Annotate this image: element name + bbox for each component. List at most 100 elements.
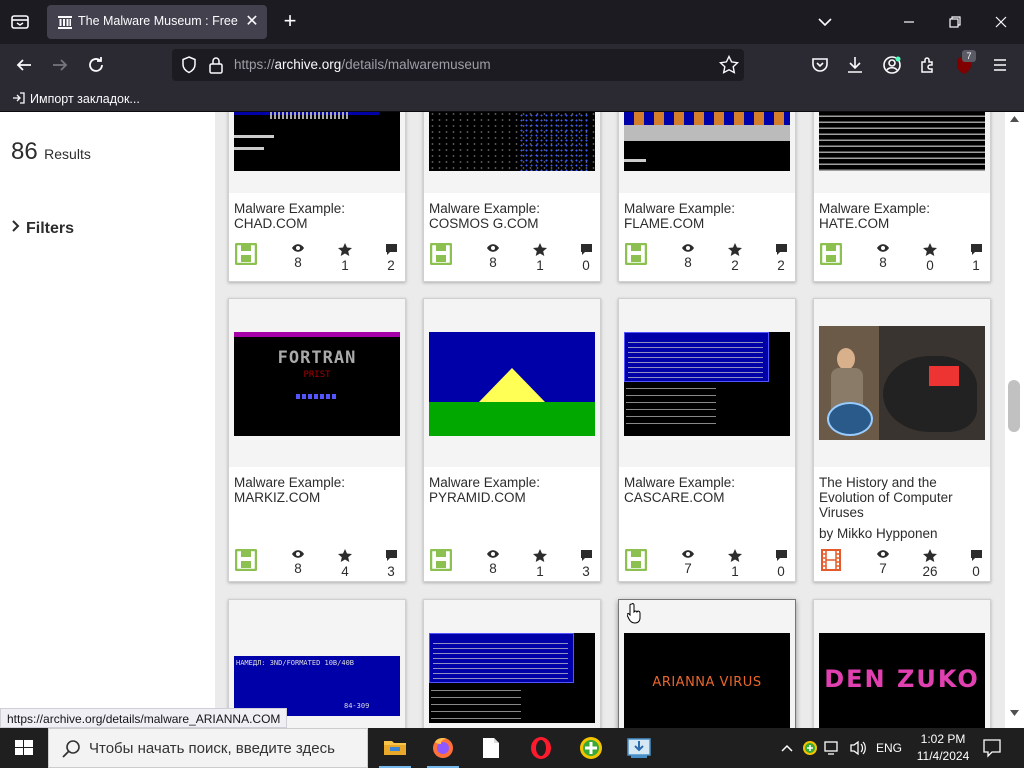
- import-bookmarks-link[interactable]: Импорт закладок...: [12, 91, 140, 106]
- card-title[interactable]: Malware Example: COSMOS G.COM: [429, 201, 599, 231]
- tab-close-icon[interactable]: ✕: [243, 13, 261, 31]
- thumb-area: [619, 112, 795, 193]
- network-icon[interactable]: [822, 728, 840, 768]
- scroll-thumb[interactable]: [1008, 380, 1020, 432]
- volume-icon[interactable]: [848, 728, 868, 768]
- pocket-icon[interactable]: [808, 53, 832, 77]
- taskbar-clock[interactable]: 1:02 PM 11/4/2024: [910, 731, 976, 765]
- filters-label: Filters: [26, 220, 75, 237]
- card-title[interactable]: Malware Example: CASCARE.COM: [624, 475, 794, 505]
- thumb-area: [814, 299, 990, 467]
- thumb-area: [619, 299, 795, 467]
- tray-chevron-up-icon[interactable]: [778, 728, 796, 768]
- notepad-document-icon[interactable]: [467, 728, 515, 768]
- tab-overflow-chevron-icon[interactable]: [813, 10, 837, 34]
- url-text[interactable]: https://archive.org/details/malwaremuseu…: [234, 57, 491, 72]
- close-window-icon[interactable]: [989, 10, 1013, 34]
- floppy-disk-icon: [235, 243, 257, 265]
- thumb-dialog-text: [628, 338, 763, 378]
- star-icon: [533, 549, 547, 562]
- scroll-down-arrow-icon[interactable]: [1010, 710, 1019, 716]
- notifications-icon[interactable]: [980, 728, 1004, 768]
- url-bar[interactable]: https://archive.org/details/malwaremuseu…: [172, 49, 744, 81]
- card-title[interactable]: Malware Example: FLAME.COM: [624, 201, 794, 231]
- minimize-icon[interactable]: [897, 10, 921, 34]
- floppy-disk-icon: [820, 243, 842, 265]
- result-card-flame[interactable]: Malware Example: FLAME.COM 8 2 2: [618, 112, 796, 282]
- downloads-icon[interactable]: [843, 53, 867, 77]
- language-indicator[interactable]: ENG: [876, 741, 902, 768]
- result-card-cascare[interactable]: Malware Example: CASCARE.COM 7 1 0: [618, 298, 796, 582]
- thumb-footer-text: 84-309: [344, 702, 370, 710]
- card-stats: 8 0 1: [814, 243, 990, 275]
- star-icon: [533, 243, 547, 256]
- file-explorer-icon[interactable]: [371, 728, 419, 768]
- result-card-denzuko[interactable]: DEN ZUKO: [813, 599, 991, 728]
- green-plus-app-icon[interactable]: [567, 728, 615, 768]
- result-card-pyramid[interactable]: Malware Example: PYRAMID.COM 8 1 3: [423, 298, 601, 582]
- firefox-icon[interactable]: [419, 728, 467, 768]
- scroll-up-arrow-icon[interactable]: [1010, 116, 1019, 122]
- thumb-line: [234, 135, 274, 138]
- result-card-markiz[interactable]: FORTRAN PRIST Malware Example: MARKIZ.CO…: [228, 298, 406, 582]
- result-card-chad[interactable]: Malware Example: CHAD.COM 8 1 2: [228, 112, 406, 282]
- lock-icon[interactable]: [206, 54, 226, 81]
- extensions-icon[interactable]: [916, 53, 940, 77]
- result-card-cosmos[interactable]: Malware Example: COSMOS G.COM 8 1 0: [423, 112, 601, 282]
- speech-bubble-icon: [385, 550, 397, 561]
- restore-icon[interactable]: [943, 10, 967, 34]
- thumbnail-image: [624, 112, 790, 171]
- filters-toggle[interactable]: Filters: [11, 219, 74, 238]
- forward-arrow-icon[interactable]: [48, 53, 72, 77]
- extensions-badge: 7: [962, 50, 976, 62]
- shield-icon[interactable]: [178, 54, 200, 81]
- search-icon: [62, 740, 80, 758]
- card-title[interactable]: The History and the Evolution of Compute…: [819, 475, 989, 520]
- thumb-line: [234, 147, 264, 150]
- reviews-stat: 1: [964, 243, 988, 273]
- result-card-history-viruses[interactable]: The History and the Evolution of Compute…: [813, 298, 991, 582]
- hand-cursor-icon: [626, 602, 643, 629]
- opera-icon[interactable]: [517, 728, 565, 768]
- card-title[interactable]: Malware Example: CHAD.COM: [234, 201, 404, 231]
- card-title[interactable]: Malware Example: HATE.COM: [819, 201, 989, 231]
- result-card-row3-2[interactable]: [423, 599, 601, 728]
- bookmark-star-icon[interactable]: [718, 54, 740, 81]
- chevron-right-icon: [12, 220, 20, 232]
- bookmarks-toolbar: Импорт закладок...: [0, 86, 1024, 112]
- thumb-denzuko-text: DEN ZUKO: [824, 665, 980, 693]
- active-tab[interactable]: The Malware Museum : Free Sc ✕: [47, 5, 267, 39]
- card-byline[interactable]: by Mikko Hypponen: [819, 526, 938, 541]
- tab-list-icon[interactable]: [8, 10, 32, 34]
- navigation-bar: https://archive.org/details/malwaremuseu…: [0, 44, 1024, 86]
- reviews-stat: 0: [769, 549, 793, 579]
- results-grid: Malware Example: CHAD.COM 8 1 2 Malware …: [215, 112, 1005, 728]
- menu-hamburger-icon[interactable]: [988, 53, 1012, 77]
- page-content: 86 Results Filters Malware Example: CHAD…: [0, 112, 1024, 728]
- reload-icon[interactable]: [84, 53, 108, 77]
- account-icon[interactable]: [880, 53, 904, 77]
- floppy-disk-icon: [235, 549, 257, 571]
- card-title[interactable]: Malware Example: PYRAMID.COM: [429, 475, 599, 505]
- taskbar-search-box[interactable]: Чтобы начать поиск, введите здесь: [48, 728, 368, 768]
- card-title[interactable]: Malware Example: MARKIZ.COM: [234, 475, 404, 505]
- card-stats: 7 26 0: [814, 549, 990, 581]
- installer-app-icon[interactable]: [615, 728, 663, 768]
- result-card-hate[interactable]: Malware Example: HATE.COM 8 0 1: [813, 112, 991, 282]
- page-scrollbar[interactable]: [1005, 112, 1024, 728]
- back-arrow-icon[interactable]: [12, 53, 36, 77]
- result-card-arianna[interactable]: ARIANNA VIRUS: [618, 599, 796, 728]
- eye-icon: [292, 550, 304, 558]
- new-tab-icon[interactable]: +: [279, 10, 301, 32]
- windows-start-icon[interactable]: [0, 728, 48, 768]
- reviews-count: 2: [387, 258, 395, 273]
- views-stat: 8: [871, 243, 895, 270]
- views-stat: 8: [286, 549, 310, 576]
- card-stats: 7 1 0: [619, 549, 795, 581]
- speech-bubble-icon: [775, 244, 787, 255]
- favorites-stat: 2: [723, 243, 747, 273]
- reviews-count: 2: [777, 258, 785, 273]
- star-icon: [728, 549, 742, 562]
- tray-green-app-icon[interactable]: [800, 728, 820, 768]
- thumbnail-image: [624, 332, 790, 436]
